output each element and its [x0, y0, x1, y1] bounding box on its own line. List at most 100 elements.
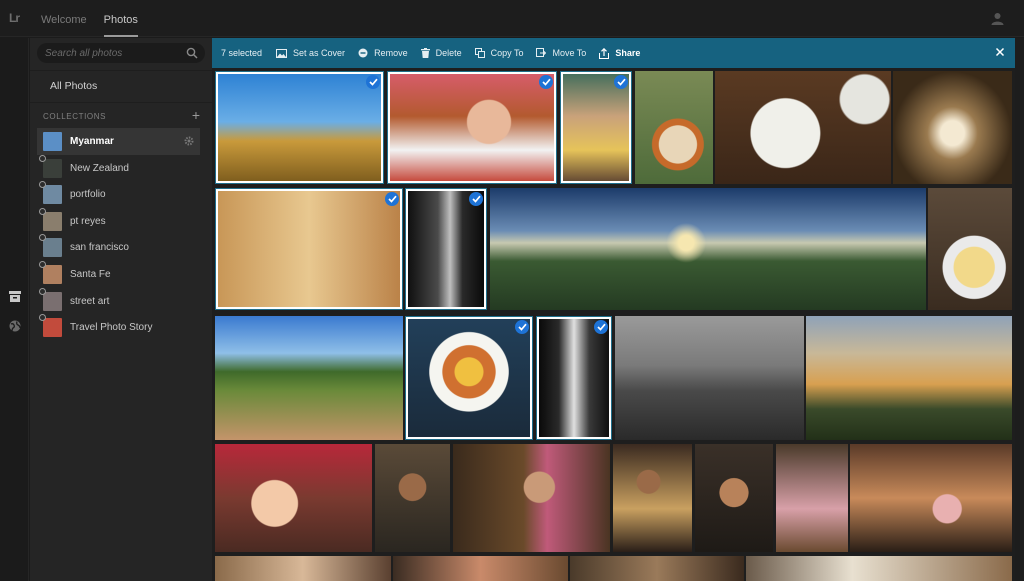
collection-item[interactable]: Myanmar — [37, 128, 200, 155]
collection-item[interactable]: pt reyes — [30, 207, 212, 235]
collection-item[interactable]: Santa Fe — [30, 260, 212, 288]
sync-status-icon — [39, 154, 46, 162]
collections-header: COLLECTIONS — [43, 112, 107, 121]
selected-count: 7 selected — [221, 48, 263, 58]
close-icon[interactable] — [994, 46, 1006, 58]
photo-thumbnail[interactable] — [453, 444, 610, 552]
photo-thumbnail[interactable] — [850, 444, 1012, 552]
image-icon — [276, 48, 288, 58]
set-as-cover-button[interactable]: Set as Cover — [276, 48, 345, 58]
copy-to-label: Copy To — [490, 48, 524, 58]
left-rail — [0, 38, 29, 581]
checkmark-icon[interactable] — [366, 75, 380, 89]
collection-name: street art — [70, 295, 110, 307]
collection-thumbnail — [43, 238, 62, 258]
top-nav: Welcome Photos — [41, 0, 155, 37]
share-button[interactable]: Share — [599, 47, 641, 59]
photo-thumbnail[interactable] — [536, 316, 612, 440]
checkmark-icon[interactable] — [594, 320, 608, 334]
move-to-label: Move To — [552, 48, 587, 58]
delete-label: Delete — [435, 48, 462, 58]
checkmark-icon[interactable] — [539, 75, 553, 89]
photo-thumbnail[interactable] — [215, 71, 384, 184]
photo-thumbnail[interactable] — [635, 71, 713, 184]
photo-thumbnail[interactable] — [928, 188, 1012, 310]
photo-thumbnail[interactable] — [746, 556, 1012, 581]
copy-to-button[interactable]: Copy To — [474, 48, 524, 58]
checkmark-icon[interactable] — [515, 320, 529, 334]
collection-item[interactable]: portfolio — [30, 181, 212, 208]
remove-circle-icon — [358, 48, 368, 58]
checkmark-icon[interactable] — [614, 75, 628, 89]
photo-thumbnail[interactable] — [570, 556, 744, 581]
collection-item[interactable]: Travel Photo Story — [30, 314, 212, 341]
checkmark-icon[interactable] — [385, 192, 399, 206]
collection-name: portfolio — [70, 189, 106, 201]
sync-status-icon — [39, 207, 46, 215]
photo-thumbnail[interactable] — [490, 188, 926, 310]
search-box — [37, 43, 205, 63]
collection-name: Santa Fe — [70, 268, 111, 280]
user-icon[interactable] — [991, 12, 1004, 25]
move-to-button[interactable]: Move To — [536, 48, 586, 58]
photo-thumbnail[interactable] — [405, 188, 487, 310]
photo-thumbnail[interactable] — [215, 556, 391, 581]
photo-thumbnail[interactable] — [215, 444, 372, 552]
trash-icon — [420, 48, 430, 58]
gear-icon[interactable] — [184, 136, 194, 146]
collection-name: Travel Photo Story — [70, 322, 153, 334]
collection-name: New Zealand — [70, 162, 129, 174]
collection-name: san francisco — [70, 242, 129, 254]
collection-item[interactable]: New Zealand — [30, 154, 212, 182]
add-collection-button[interactable]: + — [192, 108, 200, 122]
collection-thumbnail — [43, 318, 62, 338]
photo-thumbnail[interactable] — [405, 316, 533, 440]
share-label: Share — [615, 48, 641, 58]
selection-toolbar: 7 selected Set as Cover Remove Delete Co… — [212, 38, 1015, 68]
photo-thumbnail[interactable] — [560, 71, 632, 184]
photo-thumbnail[interactable] — [613, 444, 692, 552]
library-icon[interactable] — [8, 289, 22, 303]
photo-thumbnail[interactable] — [715, 71, 891, 184]
set-as-cover-label: Set as Cover — [293, 48, 346, 58]
delete-button[interactable]: Delete — [420, 48, 462, 58]
photo-thumbnail[interactable] — [215, 316, 403, 440]
sync-status-icon — [39, 287, 46, 295]
photo-thumbnail[interactable] — [893, 71, 1012, 184]
photo-thumbnail[interactable] — [776, 444, 848, 552]
all-photos-link[interactable]: All Photos — [50, 80, 97, 92]
photo-thumbnail[interactable] — [393, 556, 568, 581]
search-input[interactable] — [45, 45, 175, 61]
collection-item[interactable]: street art — [30, 287, 212, 315]
tab-welcome[interactable]: Welcome — [41, 0, 87, 37]
collection-name: Myanmar — [70, 136, 114, 147]
collection-list: Myanmar New Zealand portfolio pt reyes san f… — [30, 128, 212, 341]
photo-thumbnail[interactable] — [387, 71, 557, 184]
tab-photos[interactable]: Photos — [103, 0, 138, 37]
collection-thumbnail — [43, 185, 62, 205]
lightroom-app: Lr Welcome Photos Search all photos All … — [0, 0, 1024, 581]
share-icon — [599, 47, 610, 59]
app-logo[interactable]: Lr — [9, 11, 23, 25]
photo-thumbnail[interactable] — [615, 316, 804, 440]
globe-icon[interactable] — [8, 319, 22, 333]
collection-name: pt reyes — [70, 215, 106, 227]
collection-item[interactable]: san francisco — [30, 234, 212, 261]
photo-thumbnail[interactable] — [375, 444, 450, 552]
remove-button[interactable]: Remove — [358, 48, 408, 58]
collection-thumbnail — [43, 158, 62, 178]
divider — [30, 102, 212, 103]
sidebar: All Photos COLLECTIONS + Myanmar New Zeal… — [30, 38, 212, 581]
collection-thumbnail — [43, 132, 62, 151]
photo-grid — [212, 68, 1015, 581]
photo-thumbnail[interactable] — [806, 316, 1012, 440]
remove-label: Remove — [374, 48, 408, 58]
photo-thumbnail[interactable] — [215, 188, 403, 310]
scrollbar[interactable] — [1015, 38, 1024, 581]
checkmark-icon[interactable] — [469, 192, 483, 206]
collection-thumbnail — [43, 211, 62, 231]
search-icon[interactable] — [186, 47, 198, 59]
sync-status-icon — [39, 260, 46, 268]
collection-thumbnail — [43, 264, 62, 284]
photo-thumbnail[interactable] — [695, 444, 773, 552]
